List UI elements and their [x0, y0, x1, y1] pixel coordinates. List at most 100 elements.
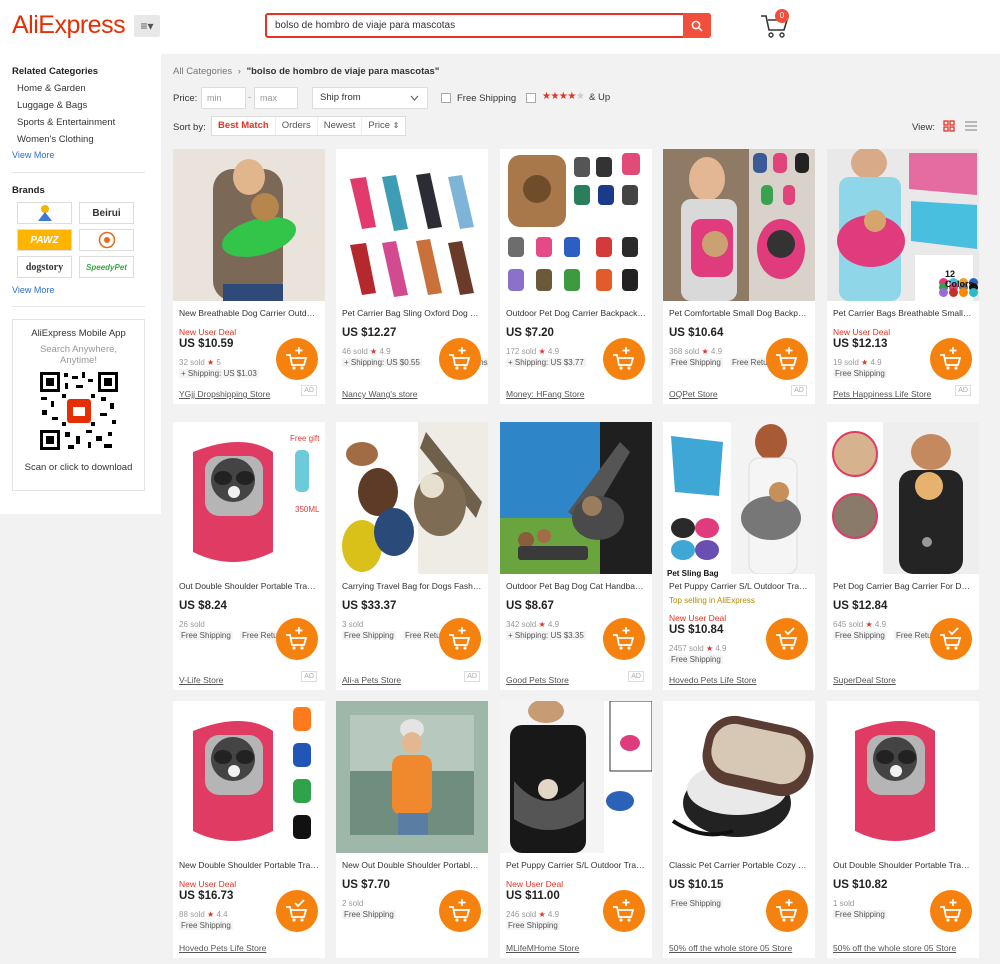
product-title[interactable]: Outdoor Pet Dog Carrier Backpack Travel … [506, 308, 646, 318]
product-card[interactable]: 12 Colors Pet Carrier Bags Breathable Sma… [827, 149, 979, 404]
category-link[interactable]: Home & Garden [17, 83, 86, 94]
grid-view-icon[interactable] [943, 120, 955, 132]
store-link[interactable]: Ali-a Pets Store [342, 675, 401, 685]
add-to-cart-button[interactable] [276, 618, 318, 660]
brand-logo-mascot[interactable] [17, 202, 72, 224]
brand-logo-speedypet[interactable]: SpeedyPet [79, 256, 134, 278]
price-max-input[interactable]: max [254, 87, 298, 109]
product-card[interactable]: Pet Sling Bag Pet Puppy Carrier S/L Outdo… [663, 422, 815, 690]
category-menu-button[interactable]: ≡▾ [134, 15, 160, 37]
product-title[interactable]: Pet Comfortable Small Dog Backpack Carri… [669, 308, 809, 318]
product-card[interactable]: Outdoor Pet Bag Dog Cat Handbag Sling US … [500, 422, 652, 690]
add-to-cart-button[interactable] [930, 890, 972, 932]
store-link[interactable]: YGjj Dropshipping Store [179, 389, 270, 399]
product-title[interactable]: Classic Pet Carrier Portable Cozy Soft P… [669, 860, 809, 870]
store-link[interactable]: Hovedo Pets Life Store [179, 943, 266, 953]
sort-best-match[interactable]: Best Match [212, 117, 276, 135]
product-title[interactable]: Pet Carrier Bag Sling Oxford Dog Carrier [342, 308, 482, 318]
product-image[interactable] [663, 149, 815, 301]
product-image[interactable] [500, 701, 652, 853]
product-card[interactable]: Classic Pet Carrier Portable Cozy Soft P… [663, 701, 815, 958]
rating-filter-checkbox[interactable] [526, 93, 536, 103]
product-card[interactable]: New Breathable Dog Carrier Outdoor Pet S… [173, 149, 325, 404]
product-title[interactable]: Out Double Shoulder Portable Travel Back… [833, 860, 973, 870]
category-link[interactable]: Sports & Entertainment [17, 117, 115, 128]
add-to-cart-button[interactable] [766, 890, 808, 932]
breadcrumb-all-categories[interactable]: All Categories [173, 66, 232, 77]
add-to-cart-button[interactable] [603, 618, 645, 660]
product-title[interactable]: Pet Carrier Bags Breathable Small Dog Sl… [833, 308, 973, 318]
product-title[interactable]: Pet Dog Carrier Bag Carrier For Dogs Bac… [833, 581, 973, 591]
product-card[interactable]: Pet Dog Carrier Bag Carrier For Dogs Bac… [827, 422, 979, 690]
product-image[interactable] [173, 422, 325, 574]
product-image[interactable] [336, 422, 488, 574]
product-image[interactable] [173, 701, 325, 853]
product-image[interactable] [173, 149, 325, 301]
brands-view-more-link[interactable]: View More [12, 285, 54, 295]
product-image[interactable] [663, 701, 815, 853]
product-image[interactable] [500, 149, 652, 301]
product-title[interactable]: Outdoor Pet Bag Dog Cat Handbag Sling [506, 581, 646, 591]
product-image[interactable] [500, 422, 652, 574]
product-card[interactable]: Outdoor Pet Dog Carrier Backpack Travel … [500, 149, 652, 404]
product-image[interactable] [336, 149, 488, 301]
search-input[interactable] [275, 15, 675, 36]
product-card[interactable]: New Out Double Shoulder Portable Travel … [336, 701, 488, 958]
store-link[interactable]: Good Pets Store [506, 675, 569, 685]
product-title[interactable]: Carrying Travel Bag for Dogs Fashion Sho… [342, 581, 482, 591]
store-link[interactable]: Pets Happiness Life Store [833, 389, 931, 399]
product-image[interactable] [827, 422, 979, 574]
sort-orders[interactable]: Orders [276, 117, 318, 135]
product-title[interactable]: Out Double Shoulder Portable Travel Back… [179, 581, 319, 591]
add-to-cart-button[interactable] [439, 618, 481, 660]
add-to-cart-button[interactable] [276, 338, 318, 380]
categories-view-more-link[interactable]: View More [12, 150, 54, 160]
list-view-icon[interactable] [965, 120, 977, 132]
search-button[interactable] [683, 13, 711, 38]
store-link[interactable]: Hovedo Pets Life Store [669, 675, 756, 685]
add-to-cart-button[interactable] [276, 890, 318, 932]
product-card[interactable]: Pet Carrier Bag Sling Oxford Dog Carrier… [336, 149, 488, 404]
product-card[interactable]: Carrying Travel Bag for Dogs Fashion Sho… [336, 422, 488, 690]
product-image[interactable] [827, 701, 979, 853]
add-to-cart-button[interactable] [766, 338, 808, 380]
qr-code-icon[interactable] [37, 370, 120, 452]
add-to-cart-button[interactable] [439, 890, 481, 932]
product-card[interactable]: Out Double Shoulder Portable Travel Back… [827, 701, 979, 958]
brand-logo-round[interactable] [79, 229, 134, 251]
add-to-cart-button[interactable] [603, 890, 645, 932]
product-image[interactable] [663, 422, 815, 574]
store-link[interactable]: 50% off the whole store 05 Store [833, 943, 956, 953]
product-title[interactable]: Pet Puppy Carrier S/L Outdoor Travel Dog… [506, 860, 646, 870]
store-link[interactable]: MLifeMHome Store [506, 943, 579, 953]
product-card[interactable]: Pet Comfortable Small Dog Backpack Carri… [663, 149, 815, 404]
store-link[interactable]: OQPet Store [669, 389, 718, 399]
brand-logo-pawz[interactable]: PAWZ [17, 229, 72, 251]
product-card[interactable]: Pet Puppy Carrier S/L Outdoor Travel Dog… [500, 701, 652, 958]
store-link[interactable]: 50% off the whole store 05 Store [669, 943, 792, 953]
add-to-cart-button[interactable] [930, 618, 972, 660]
free-shipping-checkbox[interactable] [441, 93, 451, 103]
category-link[interactable]: Luggage & Bags [17, 100, 87, 111]
mobile-app-promo[interactable]: AliExpress Mobile App Search Anywhere, A… [12, 319, 145, 491]
product-title[interactable]: New Double Shoulder Portable Travel Back… [179, 860, 319, 870]
store-link[interactable]: V-Life Store [179, 675, 223, 685]
brand-logo-beirui[interactable]: Beirui [79, 202, 134, 224]
category-link[interactable]: Women's Clothing [17, 134, 94, 145]
price-min-input[interactable]: min [201, 87, 246, 109]
store-link[interactable]: SuperDeal Store [833, 675, 896, 685]
sort-newest[interactable]: Newest [318, 117, 363, 135]
add-to-cart-button[interactable] [766, 618, 808, 660]
add-to-cart-button[interactable] [930, 338, 972, 380]
product-card[interactable]: New Double Shoulder Portable Travel Back… [173, 701, 325, 958]
aliexpress-logo[interactable]: AliExpress [12, 11, 126, 40]
product-card[interactable]: Free gift 350ML Out Double Shoulder Portab… [173, 422, 325, 690]
brand-logo-dogstory[interactable]: dogstory [17, 256, 72, 278]
product-title[interactable]: New Out Double Shoulder Portable Travel … [342, 860, 482, 870]
product-title[interactable]: Pet Puppy Carrier S/L Outdoor Travel Dog… [669, 581, 809, 591]
sort-price[interactable]: Price ⇕ [362, 117, 405, 135]
add-to-cart-button[interactable] [439, 338, 481, 380]
product-title[interactable]: New Breathable Dog Carrier Outdoor Pet S… [179, 308, 319, 318]
store-link[interactable]: Nancy Wang's store [342, 389, 417, 399]
store-link[interactable]: Money: HFang Store [506, 389, 584, 399]
